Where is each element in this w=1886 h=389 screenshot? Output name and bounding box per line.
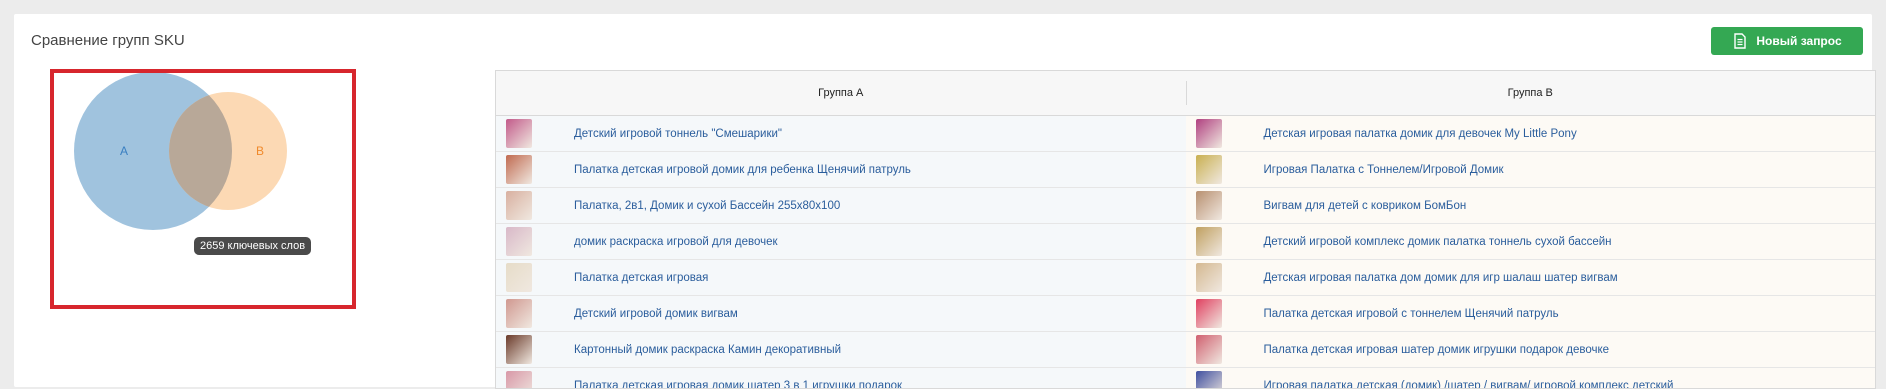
- product-thumbnail[interactable]: [506, 191, 532, 220]
- table-header: Группа А Группа В: [496, 71, 1875, 116]
- document-icon: [1732, 33, 1748, 49]
- table-row: Палатка детская игровая домик шатер 3 в …: [496, 368, 1875, 389]
- group-b-cell: Детская игровая палатка домик для девоче…: [1186, 116, 1876, 151]
- table-body: Детский игровой тоннель "Смешарики" Детск…: [496, 116, 1875, 389]
- product-thumbnail[interactable]: [1196, 371, 1222, 389]
- product-thumbnail[interactable]: [506, 155, 532, 184]
- product-thumbnail[interactable]: [506, 371, 532, 389]
- overlap-tooltip: 2659 ключевых слов: [194, 237, 311, 255]
- table-row: домик раскраска игровой для девочек Детск…: [496, 224, 1875, 260]
- column-header-group-a[interactable]: Группа А: [496, 71, 1186, 115]
- product-thumbnail[interactable]: [1196, 191, 1222, 220]
- group-b-cell: Палатка детская игровая шатер домик игру…: [1186, 332, 1876, 367]
- product-link[interactable]: Палатка детская игровой с тоннелем Щеняч…: [1264, 308, 1559, 320]
- product-link[interactable]: Игровая палатка детская (домик) /шатер /…: [1264, 380, 1674, 389]
- table-row: Детский игровой тоннель "Смешарики" Детск…: [496, 116, 1875, 152]
- group-a-cell: Детский игровой тоннель "Смешарики": [496, 116, 1186, 151]
- product-thumbnail[interactable]: [1196, 335, 1222, 364]
- sku-comparison-panel: Сравнение групп SKU Новый запрос A B 265…: [14, 14, 1872, 387]
- venn-label-a: A: [120, 144, 128, 158]
- group-a-cell: домик раскраска игровой для девочек: [496, 224, 1186, 259]
- group-b-cell: Игровая Палатка с Тоннелем/Игровой Домик: [1186, 152, 1876, 187]
- group-b-cell: Детский игровой комплекс домик палатка т…: [1186, 224, 1876, 259]
- new-request-button[interactable]: Новый запрос: [1711, 27, 1863, 55]
- product-thumbnail[interactable]: [506, 263, 532, 292]
- group-a-cell: Детский игровой домик вигвам: [496, 296, 1186, 331]
- group-a-cell: Картонный домик раскраска Камин декорати…: [496, 332, 1186, 367]
- product-link[interactable]: домик раскраска игровой для девочек: [574, 236, 778, 248]
- column-header-group-b[interactable]: Группа В: [1186, 71, 1876, 115]
- group-b-cell: Детская игровая палатка дом домик для иг…: [1186, 260, 1876, 295]
- sku-comparison-table: Группа А Группа В Детский игровой тоннел…: [495, 70, 1876, 389]
- product-link[interactable]: Палатка детская игровая домик шатер 3 в …: [574, 380, 902, 389]
- product-link[interactable]: Палатка детская игровой домик для ребенк…: [574, 164, 911, 176]
- product-link[interactable]: Детская игровая палатка дом домик для иг…: [1264, 272, 1618, 284]
- group-a-cell: Палатка детская игровая: [496, 260, 1186, 295]
- group-b-cell: Палатка детская игровой с тоннелем Щеняч…: [1186, 296, 1876, 331]
- new-request-label: Новый запрос: [1756, 34, 1841, 48]
- venn-label-b: B: [256, 144, 264, 158]
- venn-diagram: A B 2659 ключевых слов: [50, 69, 356, 309]
- table-row: Палатка, 2в1, Домик и сухой Бассейн 255x…: [496, 188, 1875, 224]
- group-a-cell: Палатка детская игровой домик для ребенк…: [496, 152, 1186, 187]
- product-thumbnail[interactable]: [1196, 155, 1222, 184]
- product-thumbnail[interactable]: [1196, 119, 1222, 148]
- group-a-cell: Палатка, 2в1, Домик и сухой Бассейн 255x…: [496, 188, 1186, 223]
- table-row: Палатка детская игровой домик для ребенк…: [496, 152, 1875, 188]
- product-thumbnail[interactable]: [1196, 227, 1222, 256]
- table-row: Детский игровой домик вигвам Палатка детс…: [496, 296, 1875, 332]
- product-link[interactable]: Детский игровой комплекс домик палатка т…: [1264, 236, 1612, 248]
- product-link[interactable]: Картонный домик раскраска Камин декорати…: [574, 344, 841, 356]
- product-link[interactable]: Палатка, 2в1, Домик и сухой Бассейн 255x…: [574, 200, 840, 212]
- product-link[interactable]: Палатка детская игровая шатер домик игру…: [1264, 344, 1610, 356]
- table-row: Палатка детская игровая Детская игровая п…: [496, 260, 1875, 296]
- product-thumbnail[interactable]: [1196, 263, 1222, 292]
- product-link[interactable]: Детский игровой домик вигвам: [574, 308, 738, 320]
- product-thumbnail[interactable]: [506, 119, 532, 148]
- product-link[interactable]: Детская игровая палатка домик для девоче…: [1264, 128, 1577, 140]
- group-a-cell: Палатка детская игровая домик шатер 3 в …: [496, 368, 1186, 389]
- product-link[interactable]: Палатка детская игровая: [574, 272, 708, 284]
- product-link[interactable]: Вигвам для детей с ковриком БомБон: [1264, 200, 1467, 212]
- page-title: Сравнение групп SKU: [31, 32, 185, 49]
- product-link[interactable]: Детский игровой тоннель "Смешарики": [574, 128, 782, 140]
- group-b-cell: Вигвам для детей с ковриком БомБон: [1186, 188, 1876, 223]
- product-thumbnail[interactable]: [506, 299, 532, 328]
- product-thumbnail[interactable]: [1196, 299, 1222, 328]
- product-link[interactable]: Игровая Палатка с Тоннелем/Игровой Домик: [1264, 164, 1504, 176]
- group-b-cell: Игровая палатка детская (домик) /шатер /…: [1186, 368, 1876, 389]
- product-thumbnail[interactable]: [506, 227, 532, 256]
- product-thumbnail[interactable]: [506, 335, 532, 364]
- table-row: Картонный домик раскраска Камин декорати…: [496, 332, 1875, 368]
